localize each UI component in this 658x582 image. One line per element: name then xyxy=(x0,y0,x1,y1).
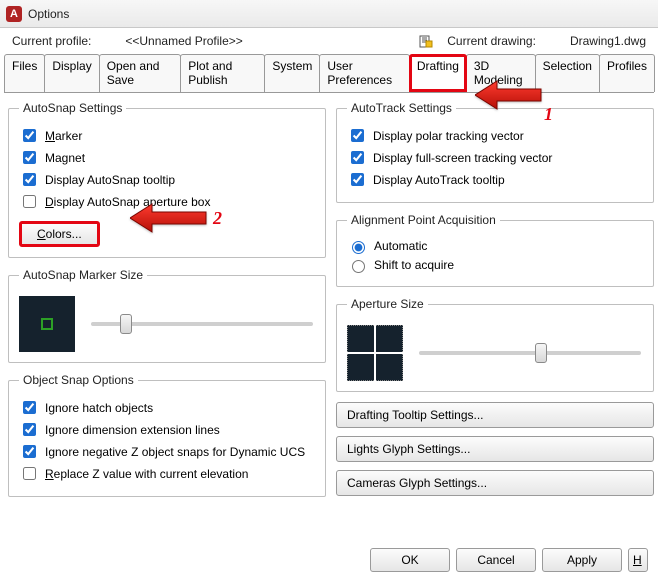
drafting-tooltip-settings-button[interactable]: Drafting Tooltip Settings... xyxy=(336,402,654,428)
autosnap-settings-group: AutoSnap Settings Marker Magnet Display … xyxy=(8,101,326,258)
alignment-legend: Alignment Point Acquisition xyxy=(347,213,500,227)
autosnap-tooltip-checkbox[interactable] xyxy=(23,173,36,186)
autotrack-legend: AutoTrack Settings xyxy=(347,101,456,115)
autotrack-tooltip-checkbox[interactable] xyxy=(351,173,364,186)
fullscreen-vector-label: Display full-screen tracking vector xyxy=(373,151,552,165)
replace-z-label: Replace Z value with current elevation xyxy=(45,467,248,481)
window-title: Options xyxy=(28,7,69,21)
tab-selection[interactable]: Selection xyxy=(535,54,600,92)
marker-square-icon xyxy=(41,318,53,330)
tab-body: AutoSnap Settings Marker Magnet Display … xyxy=(0,93,658,515)
ignore-negz-label: Ignore negative Z object snaps for Dynam… xyxy=(45,445,305,459)
ignore-hatch-label: Ignore hatch objects xyxy=(45,401,153,415)
automatic-label: Automatic xyxy=(374,239,427,253)
marker-checkbox[interactable] xyxy=(23,129,36,142)
object-snap-group: Object Snap Options Ignore hatch objects… xyxy=(8,373,326,497)
tab-open-save[interactable]: Open and Save xyxy=(99,54,182,92)
aperture-size-slider[interactable] xyxy=(419,351,641,355)
drawing-label: Current drawing: xyxy=(447,34,536,48)
tab-system[interactable]: System xyxy=(264,54,320,92)
tab-profiles[interactable]: Profiles xyxy=(599,54,655,92)
tab-files[interactable]: Files xyxy=(4,54,45,92)
aperture-box-checkbox[interactable] xyxy=(23,195,36,208)
ignore-dim-checkbox[interactable] xyxy=(23,423,36,436)
tab-user-preferences[interactable]: User Preferences xyxy=(319,54,409,92)
autotrack-tooltip-label: Display AutoTrack tooltip xyxy=(373,173,505,187)
fullscreen-vector-checkbox[interactable] xyxy=(351,151,364,164)
tab-strip: Files Display Open and Save Plot and Pub… xyxy=(4,54,654,93)
polar-vector-label: Display polar tracking vector xyxy=(373,129,524,143)
help-button[interactable]: H xyxy=(628,548,648,572)
alignment-group: Alignment Point Acquisition Automatic Sh… xyxy=(336,213,654,287)
replace-z-checkbox[interactable] xyxy=(23,467,36,480)
ignore-negz-checkbox[interactable] xyxy=(23,445,36,458)
marker-label: Marker xyxy=(45,129,82,143)
profile-label: Current profile: xyxy=(12,34,91,48)
ignore-dim-label: Ignore dimension extension lines xyxy=(45,423,220,437)
aperture-size-legend: Aperture Size xyxy=(347,297,428,311)
tab-3d-modeling[interactable]: 3D Modeling xyxy=(466,54,536,92)
magnet-label: Magnet xyxy=(45,151,85,165)
aperture-box-label: Display AutoSnap aperture box xyxy=(45,195,210,209)
aperture-icon xyxy=(347,325,403,381)
tab-display[interactable]: Display xyxy=(44,54,99,92)
drawing-value: Drawing1.dwg xyxy=(570,34,646,48)
shift-label: Shift to acquire xyxy=(374,258,454,272)
ok-button[interactable]: OK xyxy=(370,548,450,572)
marker-size-group: AutoSnap Marker Size xyxy=(8,268,326,363)
apply-button[interactable]: Apply xyxy=(542,548,622,572)
tab-plot-publish[interactable]: Plot and Publish xyxy=(180,54,265,92)
autotrack-group: AutoTrack Settings Display polar trackin… xyxy=(336,101,654,203)
colors-button[interactable]: Colors... xyxy=(19,221,100,247)
shift-radio[interactable] xyxy=(352,260,365,273)
ignore-hatch-checkbox[interactable] xyxy=(23,401,36,414)
app-icon: A xyxy=(6,6,22,22)
drawing-icon xyxy=(419,34,433,48)
lights-glyph-settings-button[interactable]: Lights Glyph Settings... xyxy=(336,436,654,462)
magnet-checkbox[interactable] xyxy=(23,151,36,164)
left-column: AutoSnap Settings Marker Magnet Display … xyxy=(8,101,326,507)
objsnap-legend: Object Snap Options xyxy=(19,373,138,387)
aperture-preview xyxy=(347,325,403,381)
dialog-button-bar: OK Cancel Apply H xyxy=(370,548,648,572)
cancel-button[interactable]: Cancel xyxy=(456,548,536,572)
autosnap-tooltip-label: Display AutoSnap tooltip xyxy=(45,173,175,187)
right-column: AutoTrack Settings Display polar trackin… xyxy=(336,101,654,507)
tab-drafting[interactable]: Drafting xyxy=(409,54,467,92)
marker-preview xyxy=(19,296,75,352)
polar-vector-checkbox[interactable] xyxy=(351,129,364,142)
autosnap-legend: AutoSnap Settings xyxy=(19,101,126,115)
marker-size-legend: AutoSnap Marker Size xyxy=(19,268,147,282)
aperture-size-group: Aperture Size xyxy=(336,297,654,392)
profile-value: <<Unnamed Profile>> xyxy=(125,34,242,48)
marker-size-slider[interactable] xyxy=(91,322,313,326)
profile-row: Current profile: <<Unnamed Profile>> Cur… xyxy=(0,28,658,50)
cameras-glyph-settings-button[interactable]: Cameras Glyph Settings... xyxy=(336,470,654,496)
titlebar: A Options xyxy=(0,0,658,28)
automatic-radio[interactable] xyxy=(352,241,365,254)
